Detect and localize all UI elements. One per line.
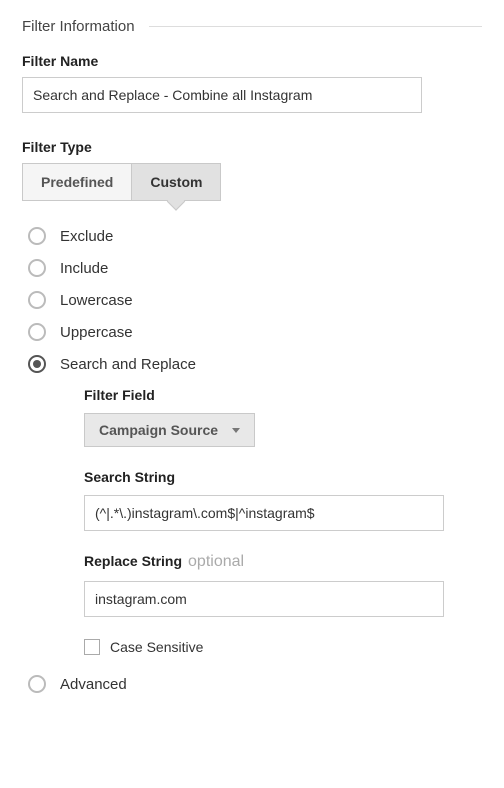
radio-icon: [28, 259, 46, 277]
radio-icon: [28, 291, 46, 309]
radio-icon: [28, 323, 46, 341]
filter-type-label: Filter Type: [22, 139, 482, 155]
search-string-input[interactable]: [84, 495, 444, 531]
case-sensitive-label: Case Sensitive: [110, 639, 203, 655]
filter-field-value: Campaign Source: [99, 422, 218, 438]
checkbox-icon: [84, 639, 100, 655]
radio-label: Uppercase: [60, 324, 133, 341]
legend-text: Filter Information: [22, 18, 135, 35]
radio-include[interactable]: Include: [28, 259, 482, 277]
radio-exclude[interactable]: Exclude: [28, 227, 482, 245]
filter-field-dropdown[interactable]: Campaign Source: [84, 413, 255, 447]
custom-options: Exclude Include Lowercase Uppercase Sear…: [28, 227, 482, 693]
filter-name-label: Filter Name: [22, 53, 482, 69]
radio-advanced[interactable]: Advanced: [28, 675, 482, 693]
radio-label: Advanced: [60, 676, 127, 693]
filter-field-label: Filter Field: [84, 387, 482, 403]
radio-lowercase[interactable]: Lowercase: [28, 291, 482, 309]
radio-icon: [28, 355, 46, 373]
radio-icon: [28, 227, 46, 245]
radio-uppercase[interactable]: Uppercase: [28, 323, 482, 341]
fieldset-legend: Filter Information: [22, 18, 482, 35]
radio-label: Exclude: [60, 228, 113, 245]
radio-label: Search and Replace: [60, 356, 196, 373]
replace-string-input[interactable]: [84, 581, 444, 617]
radio-icon: [28, 675, 46, 693]
legend-divider: [149, 26, 482, 27]
radio-label: Lowercase: [60, 292, 133, 309]
filter-field-section: Filter Field Campaign Source: [84, 387, 482, 447]
search-string-label: Search String: [84, 469, 482, 485]
radio-search-and-replace[interactable]: Search and Replace: [28, 355, 482, 373]
case-sensitive-checkbox[interactable]: Case Sensitive: [84, 639, 482, 655]
filter-name-input[interactable]: [22, 77, 422, 113]
radio-label: Include: [60, 260, 108, 277]
search-string-section: Search String: [84, 469, 482, 531]
replace-string-section: Replace String optional: [84, 553, 482, 617]
replace-string-optional: optional: [188, 553, 244, 571]
filter-type-tabs: Predefined Custom: [22, 163, 482, 201]
replace-string-label: Replace String: [84, 553, 182, 569]
filter-name-section: Filter Name: [22, 53, 482, 113]
tab-predefined[interactable]: Predefined: [22, 163, 132, 201]
search-replace-panel: Filter Field Campaign Source Search Stri…: [84, 387, 482, 655]
caret-down-icon: [232, 428, 240, 433]
filter-type-section: Filter Type Predefined Custom Exclude In…: [22, 139, 482, 693]
tab-custom[interactable]: Custom: [132, 163, 221, 201]
